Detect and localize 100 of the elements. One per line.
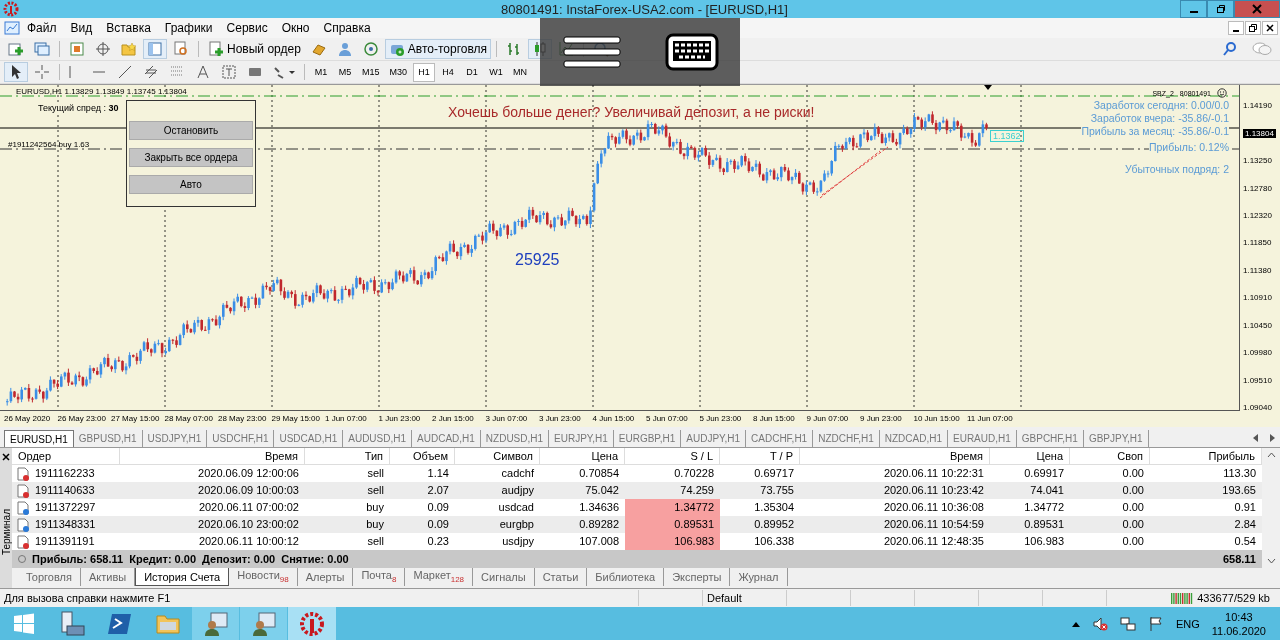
language-indicator[interactable]: ENG bbox=[1175, 618, 1200, 630]
column-header[interactable]: Символ bbox=[455, 448, 540, 465]
chart-tab[interactable]: AUDJPY,H1 bbox=[681, 430, 747, 447]
close-button[interactable] bbox=[1262, 21, 1278, 35]
timeframe-button[interactable]: M5 bbox=[334, 62, 356, 82]
timeframe-button[interactable]: H1 bbox=[413, 62, 436, 82]
terminal-tab[interactable]: Новости$_{98}$ bbox=[229, 568, 298, 586]
terminal-tab[interactable]: Сигналы bbox=[473, 568, 535, 586]
terminal-tab[interactable]: Журнал bbox=[730, 568, 788, 586]
channel-icon bbox=[143, 64, 159, 80]
up-caret-icon[interactable] bbox=[1071, 621, 1080, 627]
vertical-line-icon bbox=[69, 66, 71, 78]
chart-tab[interactable]: AUDCAD,H1 bbox=[412, 430, 481, 447]
timeframe-button[interactable]: M30 bbox=[385, 62, 412, 82]
flag-icon[interactable] bbox=[1147, 616, 1164, 632]
restore-button[interactable] bbox=[1245, 21, 1261, 35]
table-cell-text: 193.65 bbox=[1221, 483, 1257, 498]
keyboard-icon[interactable] bbox=[664, 33, 719, 71]
search-icon[interactable] bbox=[1222, 41, 1238, 57]
network-icon[interactable] bbox=[1119, 616, 1136, 632]
table-cell-text: 0.89952 bbox=[753, 517, 795, 532]
timeframe-button[interactable]: H4 bbox=[437, 62, 460, 82]
chart-tab[interactable]: EURJPY,H1 bbox=[549, 430, 614, 447]
price-label: 1.11850 bbox=[1243, 238, 1272, 248]
chart-tab[interactable]: EURGBP,H1 bbox=[613, 430, 682, 447]
chart-tab[interactable]: CADCHF,H1 bbox=[746, 430, 814, 447]
menu-item[interactable]: Сервис bbox=[219, 21, 275, 35]
terminal-tab[interactable]: Статьи bbox=[534, 568, 588, 586]
column-header[interactable]: Цена bbox=[540, 448, 625, 465]
taskbar-app[interactable] bbox=[288, 607, 336, 640]
chart-tab[interactable]: GBPJPY,H1 bbox=[1083, 430, 1149, 447]
terminal-tab[interactable]: Эксперты bbox=[664, 568, 731, 586]
table-cell-text: 2020.06.11 12:48:35 bbox=[882, 534, 985, 549]
column-header[interactable]: Своп bbox=[1070, 448, 1150, 465]
menu-item[interactable]: Файл bbox=[20, 21, 64, 35]
timeframe-button[interactable]: MN bbox=[509, 62, 532, 82]
menu-item[interactable]: Вид bbox=[63, 21, 100, 35]
panel-button[interactable]: Авто bbox=[129, 175, 253, 194]
menu-item[interactable]: Окно bbox=[274, 21, 317, 35]
column-header[interactable]: T / P bbox=[720, 448, 800, 465]
chart-tab[interactable]: GBPCHF,H1 bbox=[1016, 430, 1084, 447]
timeframe-button[interactable]: W1 bbox=[485, 62, 508, 82]
timeframe-button[interactable]: M15 bbox=[358, 62, 384, 82]
column-header[interactable]: S / L bbox=[625, 448, 720, 465]
terminal-tab[interactable]: Алерты bbox=[297, 568, 354, 586]
menu-item[interactable]: Вставка bbox=[99, 21, 158, 35]
speaker-muted-icon[interactable] bbox=[1091, 616, 1108, 632]
time-label: 5 Jun 07:00 bbox=[646, 413, 689, 425]
terminal-tab[interactable]: История Счета bbox=[135, 568, 230, 586]
table-cell-text: 2020.06.11 07:00:02 bbox=[197, 500, 300, 515]
taskbar-app[interactable] bbox=[192, 607, 240, 640]
antenna-icon bbox=[362, 41, 379, 57]
clock[interactable]: 10:43 11.06.2020 bbox=[1211, 610, 1266, 638]
minimize-button[interactable] bbox=[1180, 0, 1207, 18]
menu-icon[interactable] bbox=[561, 34, 622, 70]
terminal-tab[interactable]: Маркет$_{128}$ bbox=[405, 568, 474, 586]
column-header[interactable]: Ордер bbox=[12, 448, 120, 465]
chart-tab[interactable]: EURAUD,H1 bbox=[948, 430, 1017, 447]
cursor-button[interactable] bbox=[4, 62, 28, 82]
new-order-button[interactable]: Новый ордер bbox=[204, 39, 305, 59]
chart-tab[interactable]: USDJPY,H1 bbox=[142, 430, 208, 447]
text-frame-icon bbox=[221, 64, 237, 80]
chart-tab[interactable]: NZDUSD,H1 bbox=[480, 430, 550, 447]
taskbar-app[interactable] bbox=[240, 607, 288, 640]
chart-tab[interactable]: NZDCHF,H1 bbox=[813, 430, 880, 447]
table-cell-text: 2020.06.11 10:23:42 bbox=[882, 483, 985, 498]
column-header[interactable]: Цена bbox=[990, 448, 1070, 465]
timeframe-button[interactable]: M1 bbox=[310, 62, 332, 82]
spread-value: 30 bbox=[108, 103, 119, 113]
price-label: 1.12320 bbox=[1243, 210, 1272, 220]
menu-item[interactable]: Справка bbox=[316, 21, 378, 35]
terminal-tab[interactable]: Торговля bbox=[18, 568, 81, 586]
close-icon[interactable] bbox=[2, 453, 10, 461]
panel-button[interactable]: Остановить bbox=[129, 121, 253, 140]
menu-item[interactable]: Графики bbox=[157, 21, 220, 35]
table-cell-text: 0.70228 bbox=[673, 466, 715, 481]
minimize-button[interactable] bbox=[1228, 21, 1244, 35]
terminal-tab[interactable]: Почта$_{8}$ bbox=[353, 568, 406, 586]
panel-button[interactable]: Закрыть все ордера bbox=[129, 148, 253, 167]
terminal-tab[interactable]: Библиотека bbox=[587, 568, 665, 586]
column-header[interactable]: Объем bbox=[390, 448, 455, 465]
table-cell-text: 75.042 bbox=[584, 483, 620, 498]
maximize-button[interactable] bbox=[1207, 0, 1234, 18]
chat-bubbles-icon[interactable] bbox=[1252, 41, 1272, 57]
price-label: 1.1362 bbox=[990, 130, 1024, 142]
left-arrow-icon[interactable] bbox=[1252, 433, 1260, 443]
column-header[interactable]: Время bbox=[120, 448, 305, 465]
chart-tab[interactable]: AUDUSD,H1 bbox=[343, 430, 413, 447]
timeframe-button[interactable]: D1 bbox=[461, 62, 484, 82]
chart-tab[interactable]: NZDCAD,H1 bbox=[879, 430, 948, 447]
autotrading-button[interactable]: Авто-торговля bbox=[384, 39, 492, 59]
chart-tab[interactable]: USDCHF,H1 bbox=[207, 430, 275, 447]
chart-tab[interactable]: EURUSD,H1 bbox=[4, 430, 74, 447]
right-arrow-icon[interactable] bbox=[1268, 433, 1276, 443]
column-header[interactable]: Время bbox=[800, 448, 990, 465]
time-label: 26 May 2020 bbox=[4, 413, 52, 425]
chart-tab[interactable]: GBPUSD,H1 bbox=[73, 430, 143, 447]
column-header[interactable]: Тип bbox=[305, 448, 390, 465]
table-cell-text: 0.09 bbox=[426, 500, 450, 515]
chart-tab[interactable]: USDCAD,H1 bbox=[274, 430, 344, 447]
